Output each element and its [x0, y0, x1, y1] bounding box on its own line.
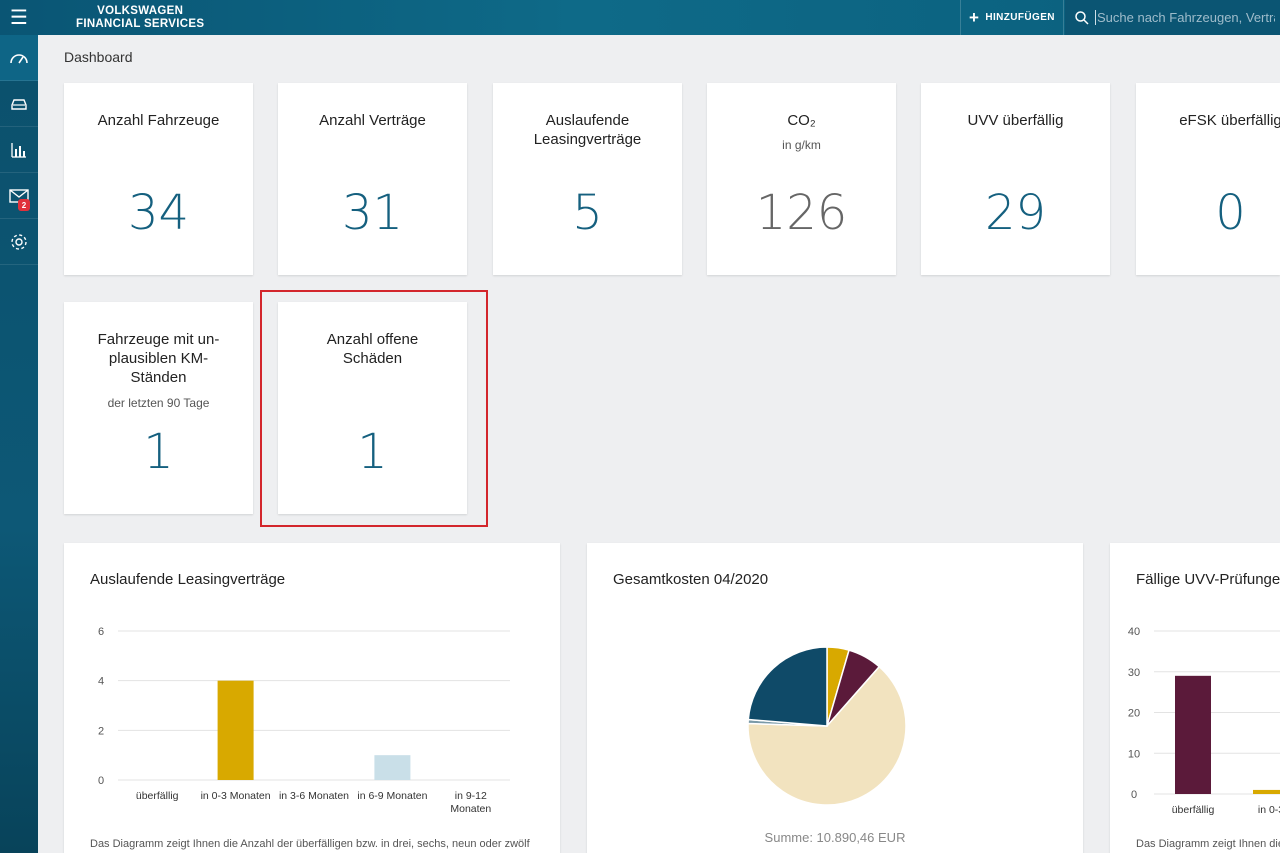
y-tick-label: 0 [98, 775, 104, 787]
kpi-title: CO₂ [787, 112, 816, 129]
y-tick-label: 6 [98, 626, 104, 638]
page-title: Dashboard [64, 49, 133, 65]
sidebar-item-dashboard[interactable] [0, 35, 38, 81]
kpi-value: 126 [755, 185, 848, 241]
x-tick-label: in 0-3 [1258, 804, 1280, 816]
bar [217, 680, 254, 780]
car-icon [11, 98, 27, 110]
gear-icon [11, 233, 27, 250]
kpi-card-efsk-overdue[interactable]: eFSK überfällig 0 [1136, 83, 1280, 275]
hamburger-menu-icon[interactable]: ☰ [0, 0, 38, 35]
y-tick-label: 40 [1128, 626, 1140, 638]
panel-expiring-leases: Auslaufende Leasingverträge 0 2 4 6 überfäll… [64, 543, 560, 853]
kpi-card-uvv-overdue[interactable]: UVV überfällig 29 [921, 83, 1110, 275]
plus-icon: + [969, 7, 980, 27]
kpi-title: Anzahl Verträge [319, 112, 426, 129]
add-button[interactable]: + HINZUFÜGEN [960, 0, 1064, 35]
panel-uvv-checks: Fällige UVV-Prüfungen 0 10 20 30 40 überfälli… [1110, 543, 1280, 853]
sidebar-item-reports[interactable] [0, 127, 38, 173]
kpi-title: Auslaufende Leasingverträge [533, 112, 642, 148]
y-tick-label: 2 [98, 725, 104, 737]
search-icon[interactable] [1075, 10, 1089, 25]
leasing-bar-chart: 0 2 4 6 überfällig in 0-3 Monaten in 3-6 Monat… [98, 626, 510, 815]
kpi-card-vehicles[interactable]: Anzahl Fahrzeuge 34 [64, 83, 253, 275]
search-bar [1065, 0, 1280, 35]
kpi-title: eFSK überfällig [1179, 112, 1280, 129]
y-tick-label: 20 [1128, 708, 1140, 720]
sidebar-item-messages[interactable]: 2 [0, 173, 38, 219]
x-tick-label: überfällig [1172, 804, 1215, 816]
x-tick-label: überfällig [136, 790, 179, 802]
brand-line-2: FINANCIAL SERVICES [76, 17, 205, 30]
panel-description: Das Diagramm zeigt Ihnen die [1136, 838, 1280, 850]
y-tick-label: 30 [1128, 667, 1140, 679]
y-tick-label: 4 [98, 676, 104, 688]
kpi-title: Fahrzeuge mit un­plausiblen KM-Ständen [97, 331, 220, 386]
search-input[interactable] [1095, 10, 1275, 25]
pie-slice [747, 646, 828, 727]
kpi-card-co2[interactable]: CO₂ in g/km 126 [707, 83, 896, 275]
sidebar: 2 [0, 35, 38, 853]
kpi-card-contracts[interactable]: Anzahl Verträge 31 [278, 83, 467, 275]
kpi-value: 5 [572, 185, 603, 241]
costs-pie-chart [747, 646, 907, 806]
x-tick-label: Monaten [450, 803, 491, 815]
y-tick-label: 0 [1131, 789, 1137, 801]
dashboard-icon [10, 53, 28, 63]
costs-sum: Summe: 10.890,46 EUR [764, 830, 906, 845]
kpi-subtitle: in g/km [782, 138, 821, 152]
kpi-title: UVV überfällig [967, 112, 1064, 129]
kpi-title: Anzahl Fahrzeuge [97, 112, 220, 129]
bar [374, 755, 411, 780]
panel-total-costs: Gesamtkosten 04/2020 Summe: 10.890,46 EU… [587, 543, 1083, 853]
panel-description: Das Diagramm zeigt Ihnen die Anzahl der … [90, 838, 530, 850]
add-button-label: HINZUFÜGEN [985, 12, 1055, 23]
kpi-value: 0 [1215, 185, 1246, 241]
x-tick-label: in 0-3 Monaten [201, 790, 271, 802]
sidebar-item-vehicles[interactable] [0, 81, 38, 127]
kpi-value: 1 [143, 424, 174, 480]
kpi-card-expiring-leases[interactable]: Auslaufende Leasingverträge 5 [493, 83, 682, 275]
bar [1175, 675, 1211, 794]
kpi-value: 34 [127, 185, 190, 241]
brand-logo[interactable]: VOLKSWAGEN FINANCIAL SERVICES [76, 5, 204, 31]
sidebar-item-settings[interactable] [0, 219, 38, 265]
x-tick-label: in 6-9 Monaten [357, 790, 427, 802]
kpi-subtitle: der letzten 90 Tage [107, 396, 210, 410]
top-bar: ☰ VOLKSWAGEN FINANCIAL SERVICES + HINZUF… [0, 0, 1280, 35]
x-tick-label: in 9-12 [455, 790, 487, 802]
kpi-card-implausible-km[interactable]: Fahrzeuge mit un­plausiblen KM-Ständen d… [64, 302, 253, 514]
kpi-value: 29 [984, 185, 1047, 241]
bar-chart-icon [11, 142, 26, 158]
highlight-box [260, 290, 488, 527]
y-tick-label: 10 [1128, 748, 1140, 760]
kpi-value: 31 [341, 185, 404, 241]
uvv-bar-chart: 0 10 20 30 40 überfällig in 0-3 [1128, 626, 1280, 816]
bar [1253, 789, 1280, 794]
brand-line-1: VOLKSWAGEN [97, 4, 184, 17]
x-tick-label: in 3-6 Monaten [279, 790, 349, 802]
message-count-badge: 2 [18, 199, 30, 211]
